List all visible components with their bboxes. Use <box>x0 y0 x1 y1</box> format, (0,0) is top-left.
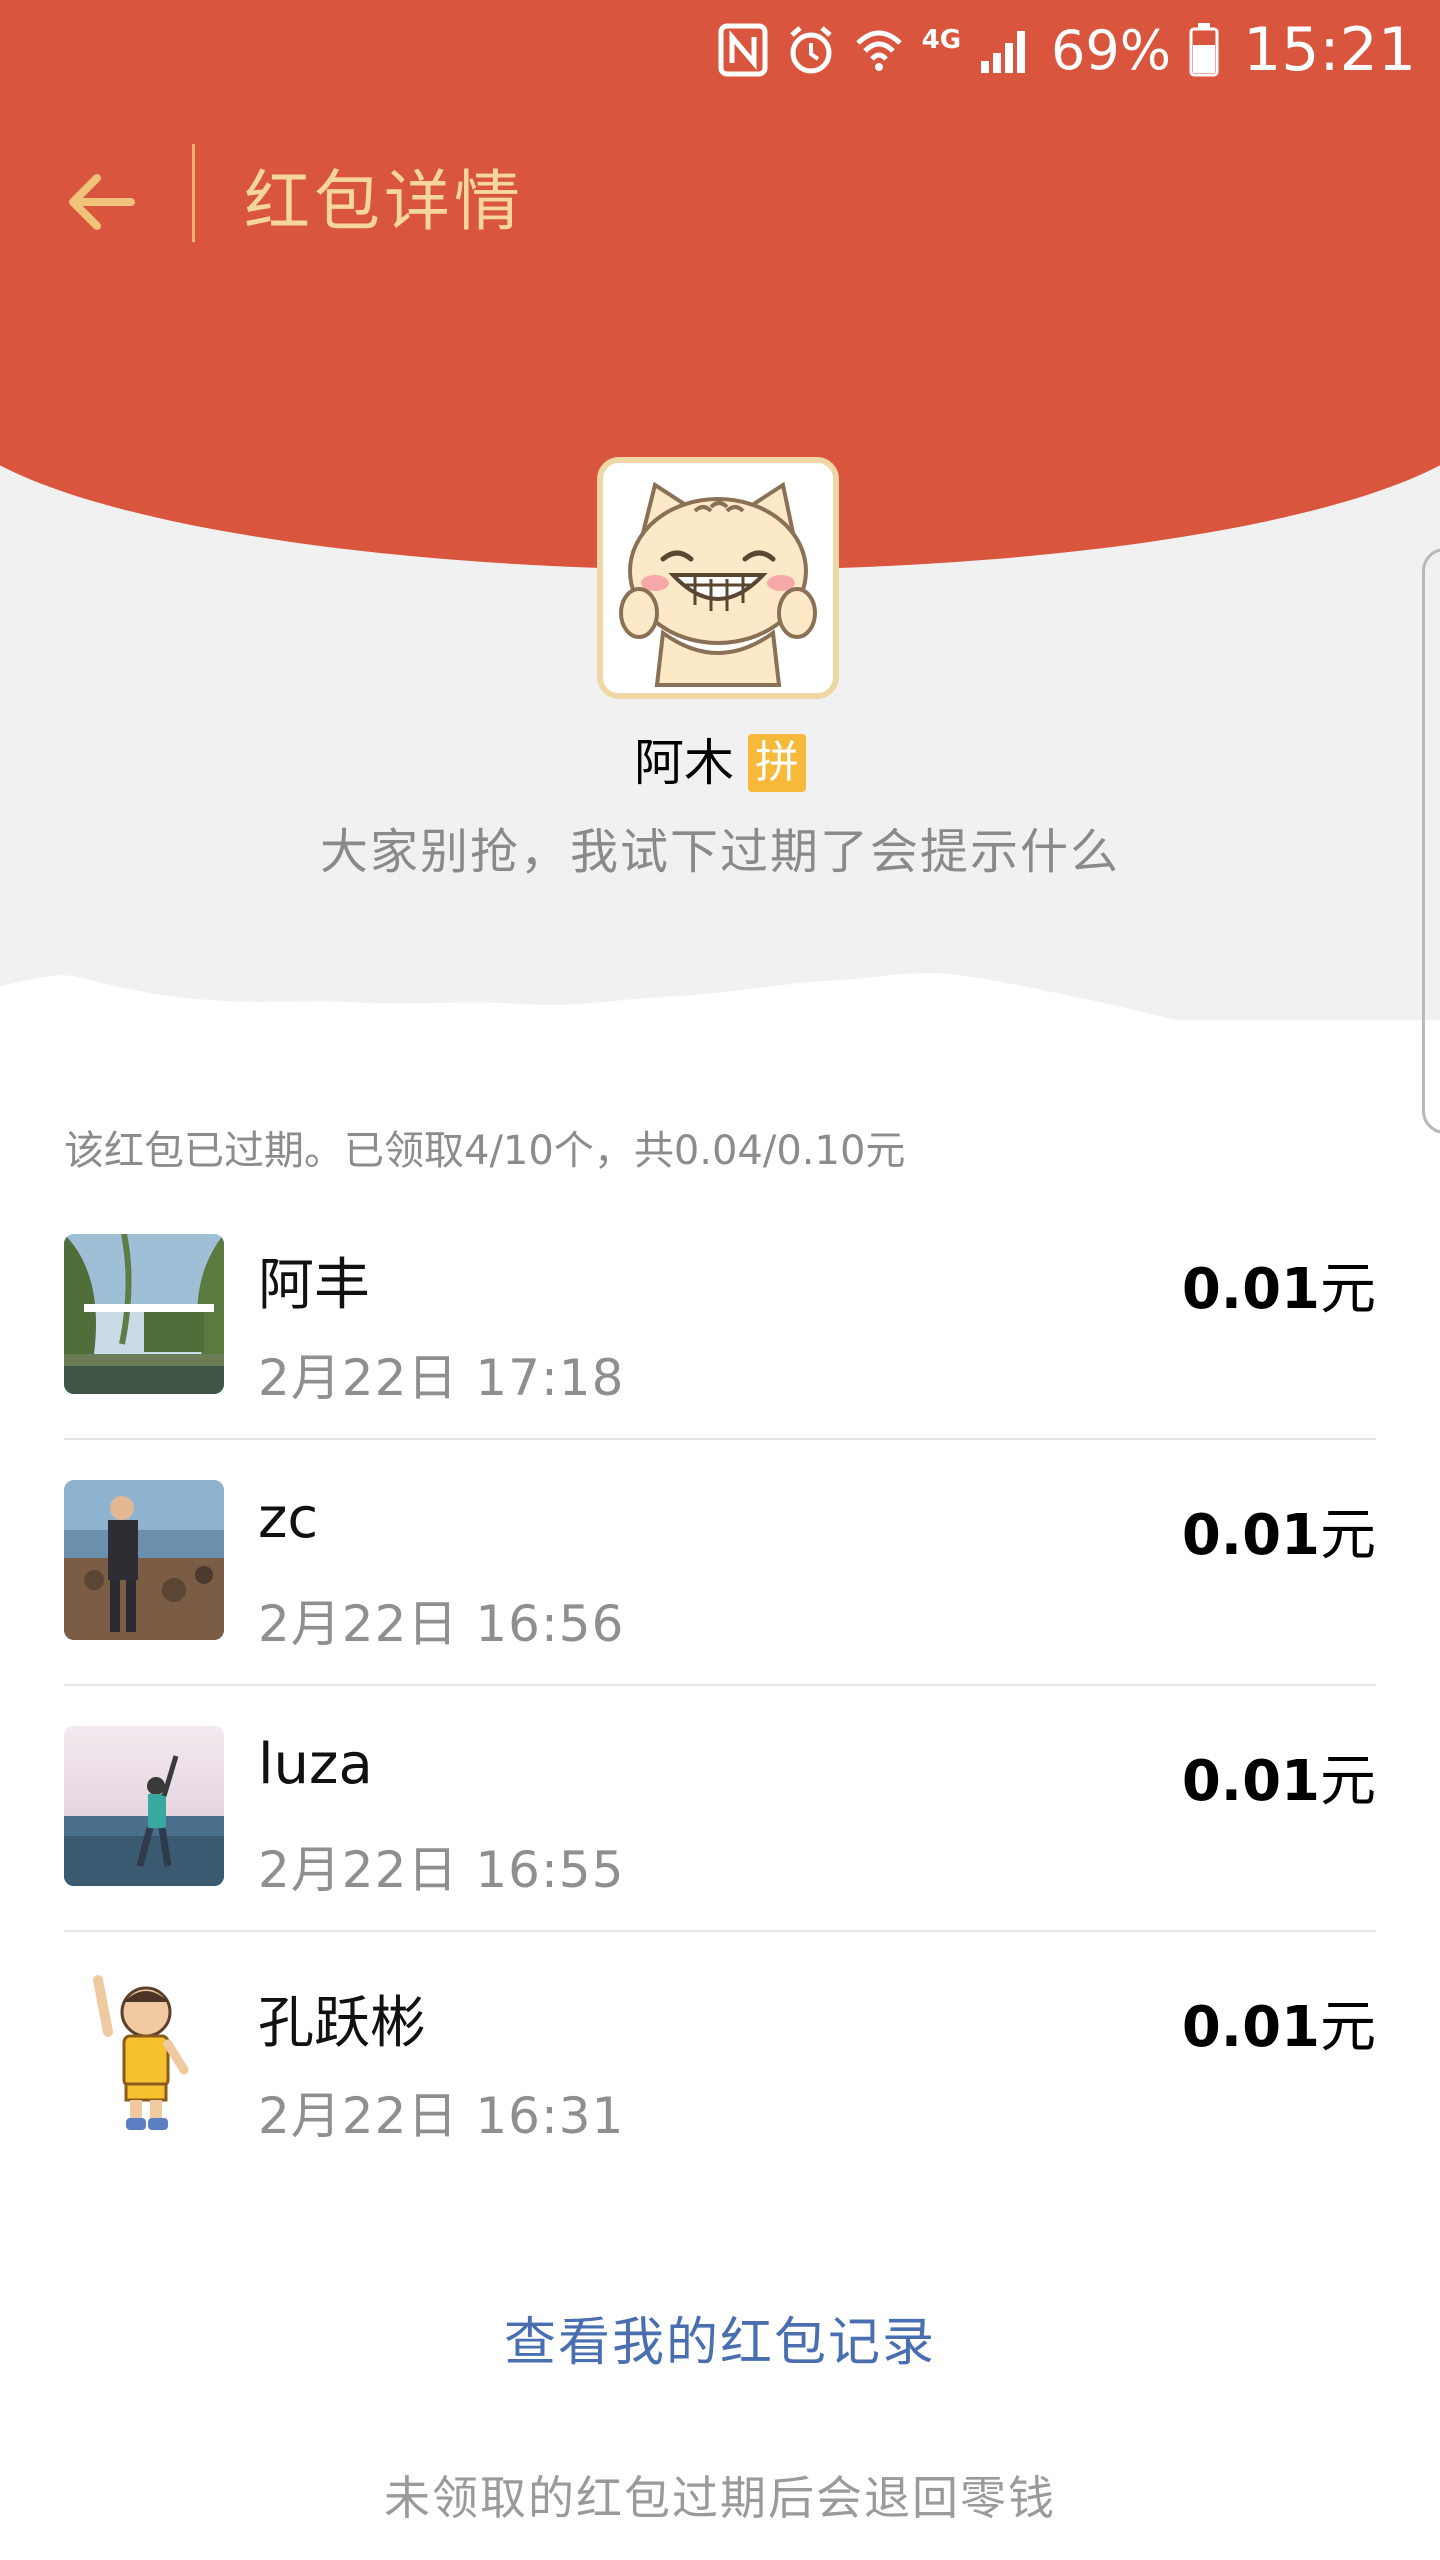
receiver-amount: 0.01元 <box>1182 1244 1376 1325</box>
receiver-time: 2月22日 16:31 <box>258 2087 625 2145</box>
title-divider <box>192 144 195 242</box>
receiver-row[interactable]: luza 2月22日 16:55 0.01元 <box>64 1726 1376 1972</box>
row-divider <box>64 1438 1376 1440</box>
status-time: 15:21 <box>1243 15 1416 85</box>
back-arrow-icon <box>69 174 135 230</box>
page-title: 红包详情 <box>244 163 524 240</box>
amount-value: 0.01 <box>1181 1257 1320 1322</box>
receiver-amount: 0.01元 <box>1182 1490 1376 1571</box>
receiver-row[interactable]: 阿丰 2月22日 17:18 0.01元 <box>64 1234 1376 1480</box>
view-my-records-link[interactable]: 查看我的红包记录 <box>0 2300 1440 2375</box>
receiver-avatar <box>64 1480 224 1640</box>
back-button[interactable] <box>50 152 150 252</box>
receiver-amount: 0.01元 <box>1182 1982 1376 2063</box>
receiver-name: 孔跃彬 <box>258 1991 426 2056</box>
title-bar: 红包详情 <box>0 110 1440 270</box>
cat-avatar-image <box>603 463 833 693</box>
nfc-icon <box>718 23 768 77</box>
signal-icon <box>979 25 1033 75</box>
receiver-time: 2月22日 16:56 <box>258 1595 625 1653</box>
wifi-icon <box>854 23 904 77</box>
battery-icon <box>1189 23 1219 77</box>
amount-unit: 元 <box>1320 1749 1376 1814</box>
sender-name: 阿木 <box>634 734 734 792</box>
row-divider <box>64 1930 1376 1932</box>
sender-avatar[interactable] <box>597 457 839 699</box>
redpacket-summary: 该红包已过期。已领取4/10个，共0.04/0.10元 <box>64 1128 906 1174</box>
amount-unit: 元 <box>1320 1503 1376 1568</box>
torn-paper-edge <box>0 972 1440 1080</box>
receiver-row[interactable]: zc 2月22日 16:56 0.01元 <box>64 1480 1376 1726</box>
receiver-avatar <box>64 1972 224 2132</box>
receiver-row[interactable]: 孔跃彬 2月22日 16:31 0.01元 <box>64 1972 1376 2218</box>
sender-message: 大家别抢，我试下过期了会提示什么 <box>319 824 1120 880</box>
expiry-refund-note: 未领取的红包过期后会退回零钱 <box>384 2471 1056 2525</box>
amount-unit: 元 <box>1320 1257 1376 1322</box>
receiver-name: zc <box>258 1486 319 1551</box>
row-divider <box>64 1684 1376 1686</box>
receiver-avatar <box>64 1234 224 1394</box>
alarm-icon <box>786 23 836 77</box>
amount-unit: 元 <box>1320 1995 1376 2060</box>
receiver-amount: 0.01元 <box>1182 1736 1376 1817</box>
group-badge: 拼 <box>748 733 806 792</box>
receiver-name: luza <box>258 1732 373 1797</box>
receiver-avatar <box>64 1726 224 1886</box>
receiver-time: 2月22日 17:18 <box>258 1349 625 1407</box>
battery-percent: 69% <box>1051 18 1172 82</box>
amount-value: 0.01 <box>1181 1749 1320 1814</box>
receiver-time: 2月22日 16:55 <box>258 1841 625 1899</box>
receiver-name: 阿丰 <box>258 1253 370 1318</box>
status-bar: 4G 69% 15:21 <box>0 0 1440 100</box>
sender-info: 阿木拼 <box>0 728 1440 798</box>
amount-value: 0.01 <box>1181 1995 1320 2060</box>
amount-value: 0.01 <box>1181 1503 1320 1568</box>
4g-icon: 4G <box>921 25 962 55</box>
